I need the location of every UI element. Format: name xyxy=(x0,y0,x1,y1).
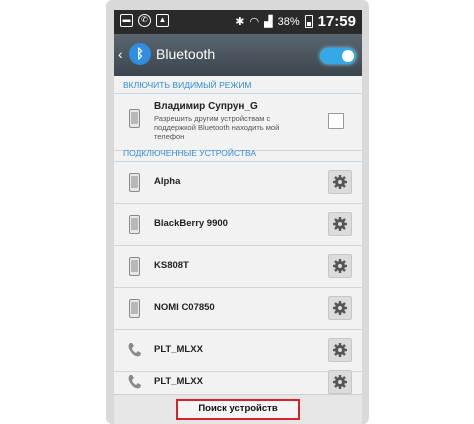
device-settings-button[interactable] xyxy=(328,370,352,394)
device-row[interactable]: BlackBerry 9900 xyxy=(114,204,362,246)
visible-mode-header: ВКЛЮЧИТЬ ВИДИМЫЙ РЕЖИМ xyxy=(114,76,362,94)
device-row[interactable]: Alpha xyxy=(114,162,362,204)
gear-icon xyxy=(333,375,347,389)
device-row[interactable]: NOMI C07850 xyxy=(114,288,362,330)
image-icon: ▲ xyxy=(156,14,169,27)
phone-icon xyxy=(129,299,140,318)
screen: ▬ ✆ ▲ ✱ ◠ ▟ 38% 17:59 ‹ ᛒ Bluetooth ВКЛЮ… xyxy=(114,10,362,424)
notification-icons: ▬ ✆ ▲ xyxy=(120,14,169,27)
device-name: PLT_MLXX xyxy=(154,376,203,387)
status-bar: ▬ ✆ ▲ ✱ ◠ ▟ 38% 17:59 xyxy=(114,10,362,34)
wifi-icon: ◠ xyxy=(249,16,260,28)
handset-icon xyxy=(128,375,141,389)
device-name: BlackBerry 9900 xyxy=(154,218,228,229)
visible-mode-row[interactable]: Владимир Супрун_G Разрешить другим устро… xyxy=(114,97,362,151)
signal-icon: ▟ xyxy=(264,16,273,28)
gear-icon xyxy=(333,217,347,231)
phone-icon xyxy=(129,257,140,276)
visible-mode-description: Разрешить другим устройствам с поддержко… xyxy=(154,114,280,141)
device-settings-button[interactable] xyxy=(328,170,352,194)
device-settings-button[interactable] xyxy=(328,212,352,236)
device-name: KS808T xyxy=(154,260,189,271)
status-icons: ✱ ◠ ▟ 38% 17:59 xyxy=(235,13,356,30)
search-devices-button[interactable]: Поиск устройств xyxy=(176,399,300,420)
device-settings-button[interactable] xyxy=(328,296,352,320)
device-row[interactable]: KS808T xyxy=(114,246,362,288)
connected-devices-header: ПОДКЛЮЧЕННЫЕ УСТРОЙСТВА xyxy=(114,144,362,162)
device-name: PLT_MLXX xyxy=(154,344,203,355)
back-chevron-icon[interactable]: ‹ xyxy=(118,46,123,62)
clock: 17:59 xyxy=(317,13,356,30)
gear-icon xyxy=(333,301,347,315)
action-bar: ‹ ᛒ Bluetooth xyxy=(114,34,362,76)
phone-call-icon: ✆ xyxy=(138,14,151,27)
own-device-name: Владимир Супрун_G xyxy=(154,101,258,112)
phone-icon xyxy=(129,173,140,192)
device-settings-button[interactable] xyxy=(328,338,352,362)
page-title: Bluetooth xyxy=(156,46,216,62)
gear-icon xyxy=(333,175,347,189)
visible-mode-checkbox[interactable] xyxy=(328,113,344,129)
phone-icon xyxy=(129,215,140,234)
device-settings-button[interactable] xyxy=(328,254,352,278)
battery-percent: 38% xyxy=(277,15,300,28)
bottom-bar: Поиск устройств xyxy=(114,394,362,424)
phone-frame: ▬ ✆ ▲ ✱ ◠ ▟ 38% 17:59 ‹ ᛒ Bluetooth ВКЛЮ… xyxy=(106,0,369,424)
device-name: Alpha xyxy=(154,176,181,187)
phone-icon xyxy=(129,109,140,128)
bluetooth-icon: ᛒ xyxy=(129,43,151,65)
message-icon: ▬ xyxy=(120,14,133,27)
bluetooth-toggle[interactable] xyxy=(320,48,356,64)
handset-icon xyxy=(128,343,141,357)
bluetooth-status-icon: ✱ xyxy=(235,16,245,28)
battery-icon xyxy=(304,15,313,28)
gear-icon xyxy=(333,259,347,273)
gear-icon xyxy=(333,343,347,357)
device-name: NOMI C07850 xyxy=(154,302,215,313)
